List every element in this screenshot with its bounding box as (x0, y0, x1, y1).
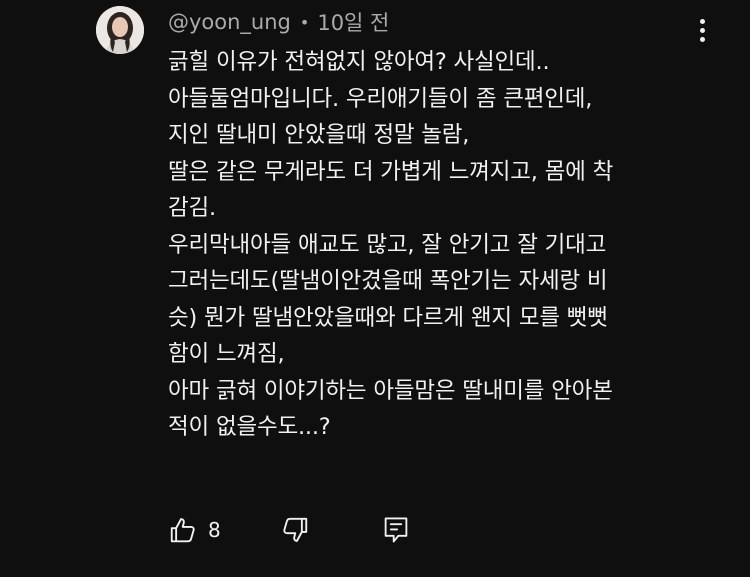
avatar-photo (96, 6, 144, 54)
comment-text: 긁힐 이유가 전혀없지 않아여? 사실인데.. 아들둘엄마입니다. 우리애기들이… (168, 44, 728, 446)
comment-line: 딸은 같은 무게라도 더 가볍게 느껴지고, 몸에 착 (168, 158, 614, 185)
like-count: 8 (208, 518, 221, 542)
separator-dot: • (299, 12, 310, 32)
comment-line: 아들둘엄마입니다. 우리애기들이 좀 큰편인데, (168, 85, 593, 112)
comment-line: 적이 없을수도...? (168, 414, 331, 440)
comment-line: 긁힐 이유가 전혀없지 않아여? 사실인데.. (168, 49, 550, 75)
dislike-button[interactable] (280, 510, 310, 550)
avatar[interactable] (96, 6, 144, 54)
reply-icon (384, 517, 408, 543)
comment-line: 그러는데도(딸냄이안겼을때 폭안기는 자세랑 비 (168, 268, 608, 294)
comment-line: 감김. (168, 195, 216, 221)
comment-time[interactable]: 10일 전 (317, 7, 389, 37)
more-vertical-icon[interactable] (686, 12, 718, 48)
comment-actions: 8 (168, 510, 428, 550)
comment-line: 아마 긁혀 이야기하는 아들맘은 딸내미를 안아본 (168, 377, 613, 404)
comment-header: @yoon_ung • 10일 전 (168, 6, 389, 38)
comment-line: 지인 딸내미 안았을때 정말 놀람, (168, 122, 470, 148)
comment-line: 함이 느껴짐, (168, 341, 285, 367)
author-name[interactable]: @yoon_ung (168, 10, 291, 34)
comment-line: 우리막내아들 애교도 많고, 잘 안기고 잘 기대고 (168, 231, 607, 258)
reply-button[interactable] (382, 510, 410, 550)
thumb-up-icon (170, 518, 195, 543)
like-button[interactable]: 8 (168, 510, 221, 550)
comment-line: 슷) 뭔가 딸냄안았을때와 다르게 왠지 모를 뻣뻣 (168, 304, 608, 331)
thumb-down-icon (283, 517, 308, 542)
